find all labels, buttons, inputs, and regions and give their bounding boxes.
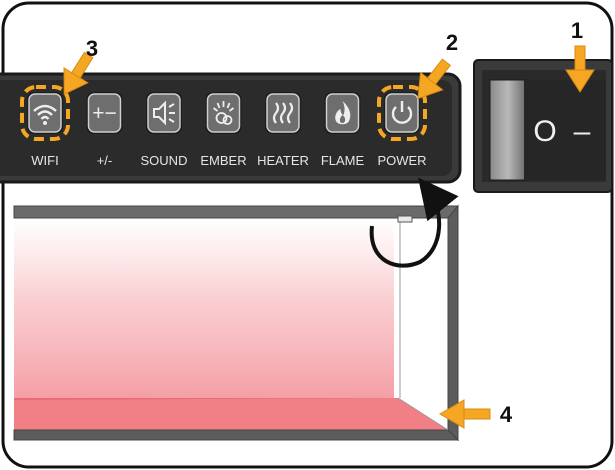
button-label: HEATER xyxy=(257,153,309,168)
plus-minus-icon: +− xyxy=(92,102,117,125)
button-label: WIFI xyxy=(31,153,58,168)
button-label: SOUND xyxy=(141,153,188,168)
panel-button-flame[interactable]: FLAME xyxy=(321,92,365,168)
diagram-canvas: WIFI +− +/- SOUND EMBER HEATER FLAME POWE… xyxy=(0,1,614,469)
ember-bed xyxy=(14,398,448,430)
button-label: EMBER xyxy=(200,153,246,168)
panel-button-power[interactable]: POWER xyxy=(377,85,427,168)
firebox xyxy=(13,204,460,446)
callout-number-3: 3 xyxy=(86,36,98,61)
button-label: FLAME xyxy=(321,153,365,168)
button-face[interactable] xyxy=(325,93,360,133)
panel-button-ember[interactable]: EMBER xyxy=(200,92,247,168)
callout-number-1: 1 xyxy=(571,18,583,43)
button-label: +/- xyxy=(97,153,113,168)
switch-off-symbol: O xyxy=(533,115,556,148)
button-face[interactable] xyxy=(28,93,62,133)
rocker-switch[interactable]: O – xyxy=(473,59,613,193)
button-label: POWER xyxy=(377,153,426,168)
plus-minus-glyph: +− xyxy=(92,102,117,125)
button-face[interactable] xyxy=(385,93,419,133)
callout-number-2: 2 xyxy=(446,30,458,55)
callout-number-4: 4 xyxy=(500,402,513,427)
ember-glow xyxy=(14,218,394,398)
rocker-paddle[interactable] xyxy=(489,79,527,181)
panel-button-sound[interactable]: SOUND xyxy=(141,92,188,168)
switch-on-symbol: – xyxy=(574,115,591,148)
fireplace-diagram: WIFI +− +/- SOUND EMBER HEATER FLAME POW… xyxy=(0,0,615,470)
